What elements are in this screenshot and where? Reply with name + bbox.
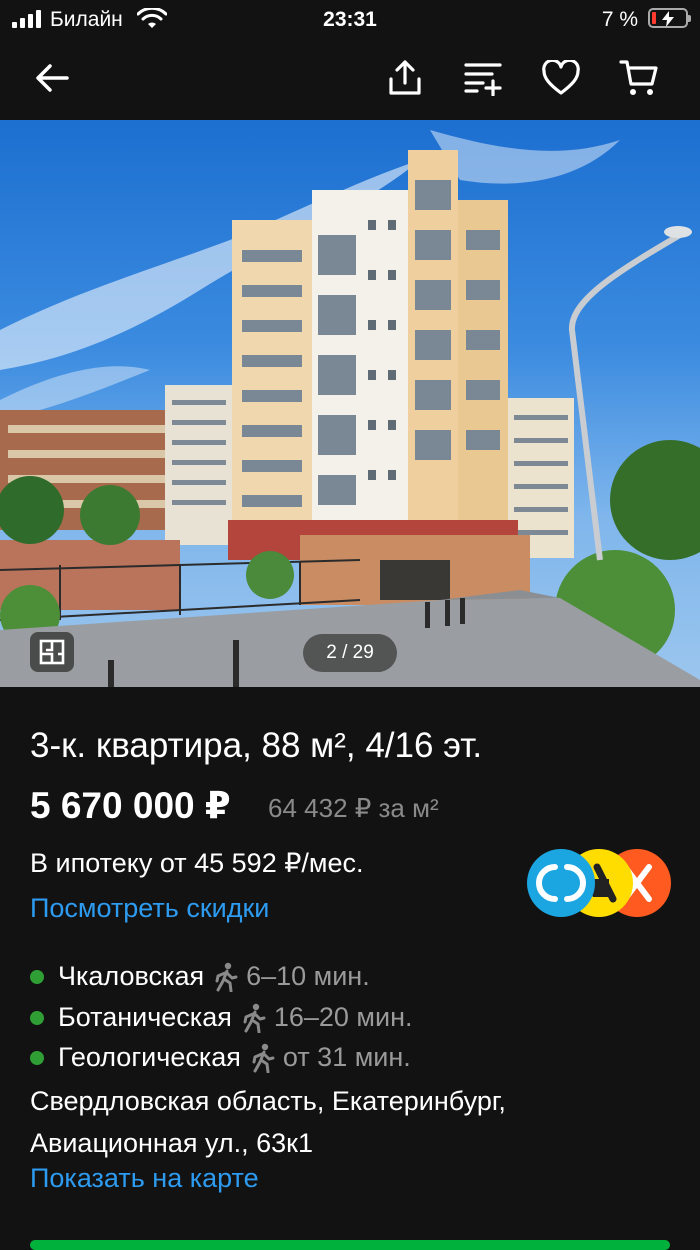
- building-photo-illustration: [0, 130, 700, 687]
- contact-button-edge[interactable]: [30, 1240, 670, 1250]
- heart-icon[interactable]: [539, 56, 583, 100]
- clock: 23:31: [323, 8, 377, 31]
- partner-banks-logos[interactable]: [527, 849, 672, 919]
- listing-photo[interactable]: [0, 120, 700, 687]
- metro-station: Ботаническая 16–20 мин.: [30, 1002, 412, 1033]
- metro-walk-time: от 31 мин.: [282, 1042, 411, 1072]
- floor-plan-icon[interactable]: [30, 632, 74, 672]
- metro-station: Чкаловская 6–10 мин.: [30, 961, 370, 992]
- battery-percent: 7 %: [601, 8, 638, 31]
- price-per-square-meter: 64 432 ₽ за м²: [268, 793, 439, 823]
- metro-line-dot: [30, 1050, 44, 1065]
- show-on-map-link[interactable]: Показать на карте: [30, 1163, 259, 1194]
- metro-line-dot: [30, 969, 44, 984]
- metro-line-dot: [30, 1010, 44, 1025]
- photo-counter: 2 / 29: [303, 634, 397, 672]
- view-discounts-link[interactable]: Посмотреть скидки: [30, 893, 269, 924]
- address-street: Авиационная ул., 63к1: [30, 1128, 313, 1158]
- back-arrow-icon[interactable]: [30, 56, 74, 100]
- metro-walk-time: 6–10 мин.: [246, 961, 370, 991]
- cart-icon[interactable]: [617, 56, 661, 100]
- metro-station-name: Чкаловская: [58, 961, 205, 991]
- metro-station-name: Геологическая: [58, 1042, 241, 1072]
- listing-title: 3-к. квартира, 88 м², 4/16 эт.: [30, 726, 483, 765]
- compare-icon[interactable]: [461, 56, 505, 100]
- top-navigation: [0, 38, 700, 120]
- metro-walk-time: 16–20 мин.: [273, 1002, 413, 1032]
- share-icon[interactable]: [383, 56, 427, 100]
- battery-icon: [648, 8, 691, 28]
- bank-logo-blue: [527, 849, 595, 917]
- walking-person-icon: [214, 962, 238, 992]
- address: Свердловская область, Екатеринбург, Авиа…: [30, 1080, 506, 1164]
- listing-price: 5 670 000 ₽: [30, 785, 231, 826]
- address-region: Свердловская область, Екатеринбург,: [30, 1086, 506, 1116]
- metro-station-name: Ботаническая: [58, 1002, 232, 1032]
- walking-person-icon: [242, 1003, 266, 1033]
- mortgage-payment: В ипотеку от 45 592 ₽/мес.: [30, 848, 364, 878]
- walking-person-icon: [251, 1043, 275, 1073]
- metro-station: Геологическая от 31 мин.: [30, 1042, 411, 1073]
- status-bar: Билайн 23:31 7 %: [0, 0, 700, 38]
